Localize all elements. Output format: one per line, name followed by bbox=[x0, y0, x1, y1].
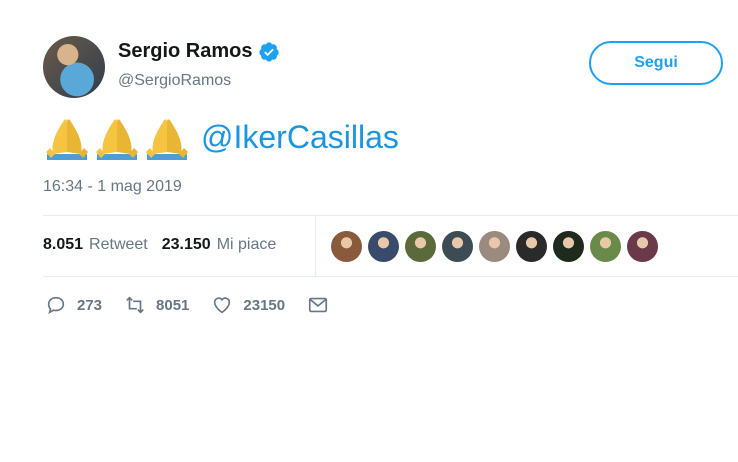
verified-badge-icon bbox=[259, 41, 280, 62]
folded-hands-emoji-icon bbox=[96, 119, 138, 160]
retweet-action[interactable]: 8051 bbox=[124, 294, 189, 316]
likers-avatar-list bbox=[331, 231, 658, 262]
liker-avatar[interactable] bbox=[590, 231, 621, 262]
liker-avatar[interactable] bbox=[331, 231, 362, 262]
like-action[interactable]: 23150 bbox=[211, 294, 285, 316]
tweet-timestamp[interactable]: 16:34 - 1 mag 2019 bbox=[43, 178, 182, 196]
reply-count: 273 bbox=[77, 296, 103, 314]
tweet-actions: 273 8051 23150 bbox=[45, 294, 351, 316]
liker-avatar[interactable] bbox=[627, 231, 658, 262]
liker-avatar[interactable] bbox=[405, 231, 436, 262]
retweet-label[interactable]: Retweet bbox=[89, 236, 148, 254]
divider bbox=[43, 276, 738, 277]
author-name-row[interactable]: Sergio Ramos bbox=[118, 40, 280, 63]
folded-hands-emoji-icon bbox=[46, 119, 88, 160]
author-avatar[interactable] bbox=[43, 36, 105, 98]
retweet-action-count: 8051 bbox=[156, 296, 190, 314]
envelope-icon bbox=[309, 297, 328, 313]
liker-avatar[interactable] bbox=[479, 231, 510, 262]
direct-message-action[interactable] bbox=[307, 294, 329, 316]
like-count[interactable]: 23.150 bbox=[162, 236, 211, 254]
author-handle[interactable]: @SergioRamos bbox=[118, 72, 231, 90]
liker-avatar[interactable] bbox=[516, 231, 547, 262]
emoji-group bbox=[43, 114, 191, 160]
tweet-text: @IkerCasillas bbox=[43, 112, 399, 162]
folded-hands-emoji-icon bbox=[146, 119, 188, 160]
liker-avatar[interactable] bbox=[553, 231, 584, 262]
author-name[interactable]: Sergio Ramos bbox=[118, 40, 252, 63]
heart-icon bbox=[214, 297, 231, 314]
like-action-count: 23150 bbox=[243, 296, 286, 314]
retweet-count[interactable]: 8.051 bbox=[43, 236, 83, 254]
liker-avatar[interactable] bbox=[442, 231, 473, 262]
mention-link[interactable]: @IkerCasillas bbox=[201, 119, 399, 156]
follow-button[interactable]: Segui bbox=[589, 41, 723, 85]
stats-separator bbox=[315, 216, 316, 276]
reply-action[interactable]: 273 bbox=[45, 294, 102, 316]
divider bbox=[43, 215, 738, 216]
retweet-icon bbox=[126, 296, 144, 314]
like-label[interactable]: Mi piace bbox=[217, 236, 277, 254]
reply-icon bbox=[47, 296, 65, 314]
liker-avatar[interactable] bbox=[368, 231, 399, 262]
tweet-stats: 8.051 Retweet 23.150 Mi piace bbox=[43, 236, 290, 254]
